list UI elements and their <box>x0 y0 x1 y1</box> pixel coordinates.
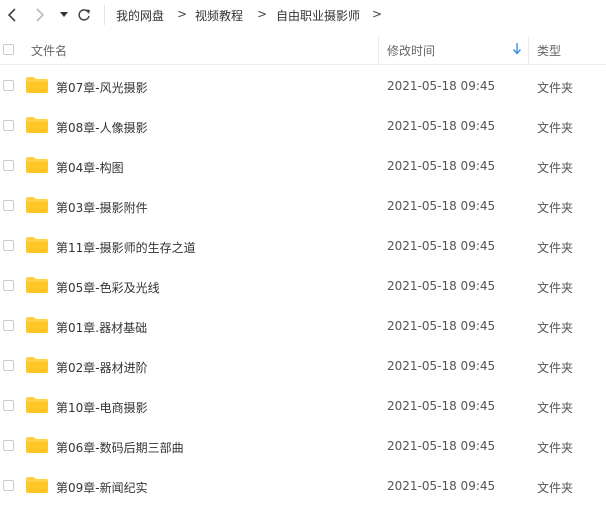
folder-icon <box>26 157 48 173</box>
file-modified: 2021-05-18 09:45 <box>387 199 496 213</box>
file-type: 文件夹 <box>537 161 574 175</box>
file-modified: 2021-05-18 09:45 <box>387 239 496 253</box>
file-type: 文件夹 <box>537 201 574 215</box>
file-name[interactable]: 第03章-摄影附件 <box>56 199 148 216</box>
file-row[interactable]: 第03章-摄影附件 2021-05-18 09:45 文件夹 <box>0 186 606 226</box>
file-modified: 2021-05-18 09:45 <box>387 159 496 173</box>
row-checkbox[interactable] <box>3 320 14 331</box>
file-modified: 2021-05-18 09:45 <box>387 359 496 373</box>
file-name[interactable]: 第05章-色彩及光线 <box>56 279 160 296</box>
file-type: 文件夹 <box>537 81 574 95</box>
file-name[interactable]: 第01章.器材基础 <box>56 319 147 336</box>
row-checkbox[interactable] <box>3 400 14 411</box>
column-divider[interactable] <box>378 36 379 64</box>
folder-icon <box>26 357 48 373</box>
breadcrumb-item[interactable]: 视频教程 <box>195 7 243 24</box>
file-modified: 2021-05-18 09:45 <box>387 119 496 133</box>
row-checkbox[interactable] <box>3 440 14 451</box>
file-type: 文件夹 <box>537 121 574 135</box>
refresh-icon <box>78 9 90 21</box>
file-row[interactable]: 第10章-电商摄影 2021-05-18 09:45 文件夹 <box>0 386 606 426</box>
folder-icon <box>26 277 48 293</box>
folder-icon <box>26 117 48 133</box>
file-modified: 2021-05-18 09:45 <box>387 439 496 453</box>
column-header-modified[interactable]: 修改时间 <box>387 42 435 59</box>
file-row[interactable]: 第04章-构图 2021-05-18 09:45 文件夹 <box>0 146 606 186</box>
file-row[interactable]: 第01章.器材基础 2021-05-18 09:45 文件夹 <box>0 306 606 346</box>
row-checkbox[interactable] <box>3 360 14 371</box>
file-list-header: 文件名 修改时间 类型 <box>0 36 606 65</box>
file-type: 文件夹 <box>537 281 574 295</box>
history-dropdown-button[interactable] <box>54 5 74 25</box>
folder-icon <box>26 397 48 413</box>
file-name[interactable]: 第04章-构图 <box>56 159 124 176</box>
column-header-type[interactable]: 类型 <box>537 42 561 59</box>
column-header-name[interactable]: 文件名 <box>31 42 67 59</box>
file-row[interactable]: 第11章-摄影师的生存之道 2021-05-18 09:45 文件夹 <box>0 226 606 266</box>
toolbar-divider <box>104 5 105 25</box>
row-checkbox[interactable] <box>3 120 14 131</box>
caret-down-icon <box>60 12 68 17</box>
file-name[interactable]: 第09章-新闻纪实 <box>56 479 148 496</box>
breadcrumb-item[interactable]: 自由职业摄影师 <box>276 7 360 24</box>
row-checkbox[interactable] <box>3 480 14 491</box>
file-name[interactable]: 第06章-数码后期三部曲 <box>56 439 184 456</box>
file-type: 文件夹 <box>537 241 574 255</box>
back-button[interactable] <box>2 5 22 25</box>
file-row[interactable]: 第07章-风光摄影 2021-05-18 09:45 文件夹 <box>0 66 606 106</box>
folder-icon <box>26 77 48 93</box>
file-name[interactable]: 第02章-器材进阶 <box>56 359 148 376</box>
row-checkbox[interactable] <box>3 240 14 251</box>
file-row[interactable]: 第08章-人像摄影 2021-05-18 09:45 文件夹 <box>0 106 606 146</box>
folder-icon <box>26 477 48 493</box>
file-name[interactable]: 第08章-人像摄影 <box>56 119 148 136</box>
file-name[interactable]: 第07章-风光摄影 <box>56 79 148 96</box>
row-checkbox[interactable] <box>3 160 14 171</box>
file-type: 文件夹 <box>537 401 574 415</box>
select-all-checkbox[interactable] <box>3 44 14 55</box>
file-type: 文件夹 <box>537 441 574 455</box>
file-type: 文件夹 <box>537 321 574 335</box>
row-checkbox[interactable] <box>3 80 14 91</box>
chevron-right-icon <box>36 8 45 22</box>
file-row[interactable]: 第06章-数码后期三部曲 2021-05-18 09:45 文件夹 <box>0 426 606 466</box>
file-name[interactable]: 第10章-电商摄影 <box>56 399 148 416</box>
folder-icon <box>26 237 48 253</box>
file-row[interactable]: 第02章-器材进阶 2021-05-18 09:45 文件夹 <box>0 346 606 386</box>
file-modified: 2021-05-18 09:45 <box>387 479 496 493</box>
file-modified: 2021-05-18 09:45 <box>387 79 496 93</box>
column-divider[interactable] <box>528 36 529 64</box>
breadcrumb-separator: > <box>372 7 383 21</box>
file-row[interactable]: 第09章-新闻纪实 2021-05-18 09:45 文件夹 <box>0 466 606 506</box>
toolbar: 我的网盘 > 视频教程 > 自由职业摄影师 > <box>0 0 606 30</box>
breadcrumb-item[interactable]: 我的网盘 <box>116 7 164 24</box>
row-checkbox[interactable] <box>3 200 14 211</box>
folder-icon <box>26 437 48 453</box>
sort-descending-icon[interactable] <box>513 43 521 55</box>
breadcrumb-separator: > <box>177 7 188 21</box>
row-checkbox[interactable] <box>3 280 14 291</box>
chevron-left-icon <box>7 8 16 22</box>
folder-icon <box>26 317 48 333</box>
refresh-button[interactable] <box>74 5 94 25</box>
breadcrumb-separator: > <box>257 7 268 21</box>
forward-button[interactable] <box>30 5 50 25</box>
file-type: 文件夹 <box>537 481 574 495</box>
file-modified: 2021-05-18 09:45 <box>387 399 496 413</box>
folder-icon <box>26 197 48 213</box>
file-name[interactable]: 第11章-摄影师的生存之道 <box>56 239 196 256</box>
file-modified: 2021-05-18 09:45 <box>387 279 496 293</box>
file-row[interactable]: 第05章-色彩及光线 2021-05-18 09:45 文件夹 <box>0 266 606 306</box>
file-modified: 2021-05-18 09:45 <box>387 319 496 333</box>
file-type: 文件夹 <box>537 361 574 375</box>
